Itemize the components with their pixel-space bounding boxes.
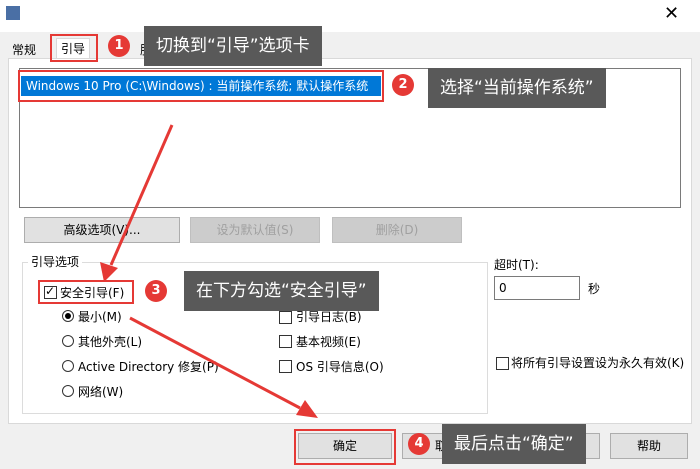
arrow-to-ok-button [129, 316, 301, 410]
step-2-tooltip: 选择“当前操作系统” [428, 68, 606, 108]
step-4-tooltip: 最后点击“确定” [442, 424, 586, 464]
step-3-tooltip: 在下方勾选“安全引导” [184, 271, 379, 311]
step-1-marker: 1 [108, 35, 130, 57]
step-3-marker: 3 [145, 280, 167, 302]
arrowhead-safe-boot [100, 262, 118, 282]
arrow-to-safe-boot [109, 124, 174, 266]
step-4-marker: 4 [408, 433, 430, 455]
step-1-tooltip: 切换到“引导”选项卡 [144, 26, 322, 66]
step-2-marker: 2 [392, 74, 414, 96]
